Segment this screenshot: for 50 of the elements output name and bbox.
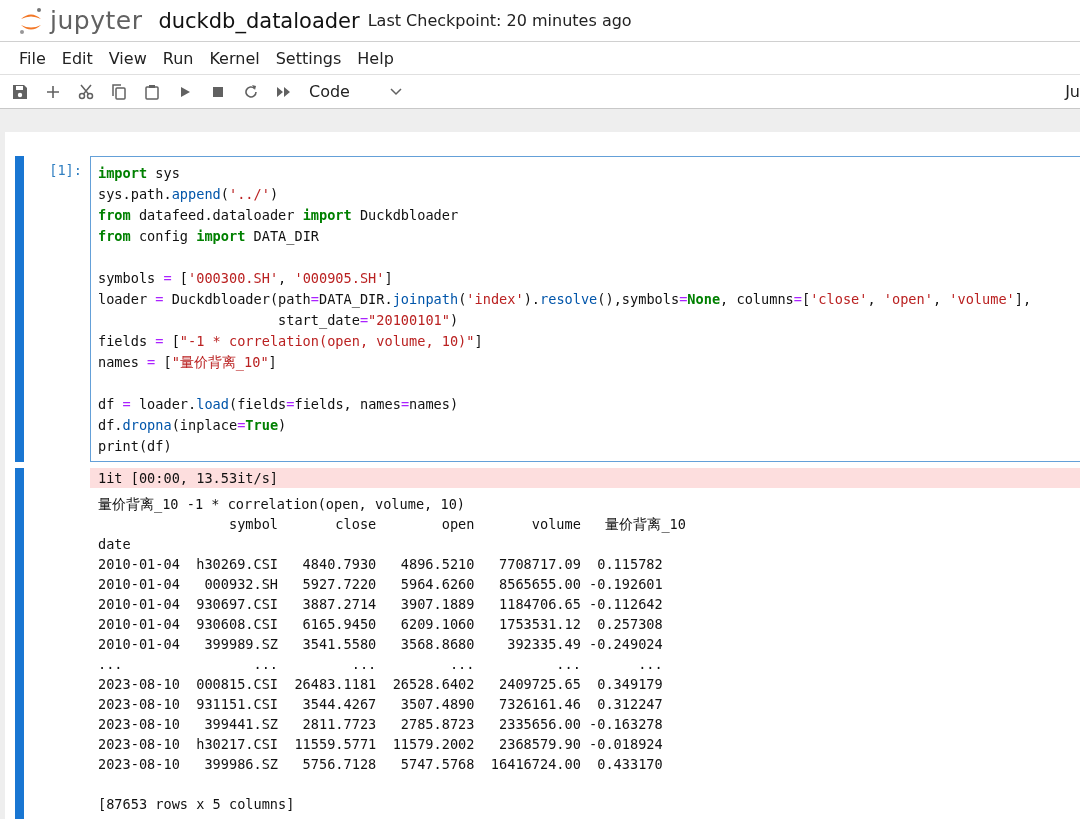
output-line: ... ... ... ... ... ... xyxy=(98,655,664,674)
logo-text: jupyter xyxy=(50,6,143,35)
output-line: 2023-08-10 399441.SZ 2811.7723 2785.8723 2335656.00 -0.163278 xyxy=(98,715,664,734)
output-line: 2023-08-10 931151.CSI 3544.4267 3507.4890 7326161.46 0.312247 xyxy=(98,695,664,714)
output-line: 量价背离_10 -1 * correlation(open, volume, 10) xyxy=(98,495,466,514)
code-line: symbols = ['000300.SH', '000905.SH'] xyxy=(98,269,394,288)
code-line: names = ["量价背离_10"] xyxy=(98,353,278,373)
code-line: loader = Duckdbloader(path=DATA_DIR.joinpath('index').resolve(),symbols=None, columns=['close', 'open', 'volume'], xyxy=(98,290,1033,310)
code-line: from config import DATA_DIR xyxy=(98,227,320,247)
checkpoint-status: Last Checkpoint: 20 minutes ago xyxy=(367,11,632,30)
menu-item[interactable]: Run xyxy=(154,48,202,68)
output-line: symbol close open volume 量价背离_10 xyxy=(227,515,687,534)
output-line: 2023-08-10 h30217.CSI 11559.5771 11579.2002 2368579.90 -0.018924 xyxy=(98,735,664,754)
output-line: 2023-08-10 399986.SZ 5756.7128 5747.5768 16416724.00 0.433170 xyxy=(98,755,664,774)
copy-icon[interactable] xyxy=(111,83,127,100)
code-line: df = loader.load(fields=fields, names=names) xyxy=(98,395,460,414)
output-line: 2023-08-10 000815.CSI 26483.1181 26528.6402 2409725.65 0.349179 xyxy=(98,675,664,694)
jupyter-logo-icon xyxy=(18,6,44,35)
output-line: 2010-01-04 930697.CSI 3887.2714 3907.1889 1184706.65 -0.112642 xyxy=(98,595,664,614)
cell-type-dropdown[interactable]: Code xyxy=(305,80,423,103)
paste-icon[interactable] xyxy=(144,83,160,100)
cut-icon[interactable] xyxy=(78,83,94,100)
code-editor[interactable] xyxy=(90,156,1080,462)
output-line: [87653 rows x 5 columns] xyxy=(98,795,296,814)
code-line: fields = ["-1 * correlation(open, volume, 10)"] xyxy=(98,332,484,351)
output-line: 2010-01-04 h30269.CSI 4840.7930 4896.5210 7708717.09 0.115782 xyxy=(98,555,664,574)
menu-item[interactable]: Kernel xyxy=(201,48,268,68)
caret-icon xyxy=(389,87,402,96)
code-line: start_date="20100101") xyxy=(277,311,460,331)
output-line: 1it [00:00, 13.53it/s] xyxy=(98,469,280,488)
kernel-name[interactable]: Ju xyxy=(1065,82,1080,101)
save-icon[interactable] xyxy=(12,83,28,100)
code-line: import sys xyxy=(98,164,181,183)
notebook-title[interactable]: duckdb_dataloader xyxy=(158,8,360,33)
menu-item[interactable]: File xyxy=(11,48,54,68)
output-line: 2010-01-04 000932.SH 5927.7220 5964.6260 8565655.00 -0.192601 xyxy=(98,575,664,594)
code-line: print(df) xyxy=(98,437,173,456)
menu-item[interactable]: View xyxy=(100,48,155,68)
output-line: 2010-01-04 399989.SZ 3541.5580 3568.8680 392335.49 -0.249024 xyxy=(98,635,664,654)
code-line: from datafeed.dataloader import Duckdbloader xyxy=(98,206,460,225)
code-line: sys.path.append('../') xyxy=(98,185,280,204)
output-line: date xyxy=(98,535,132,554)
code-line: df.dropna(inplace=True) xyxy=(98,416,288,435)
menu-item[interactable]: Help xyxy=(349,48,402,68)
restart-icon[interactable] xyxy=(243,83,259,100)
output-line: 2010-01-04 930608.CSI 6165.9450 6209.1060 1753531.12 0.257308 xyxy=(98,615,664,634)
add-icon[interactable] xyxy=(45,83,61,100)
menu-item[interactable]: Settings xyxy=(267,48,350,68)
menu-item[interactable]: Edit xyxy=(53,48,101,68)
cell-prompt: [1]: xyxy=(48,161,83,178)
